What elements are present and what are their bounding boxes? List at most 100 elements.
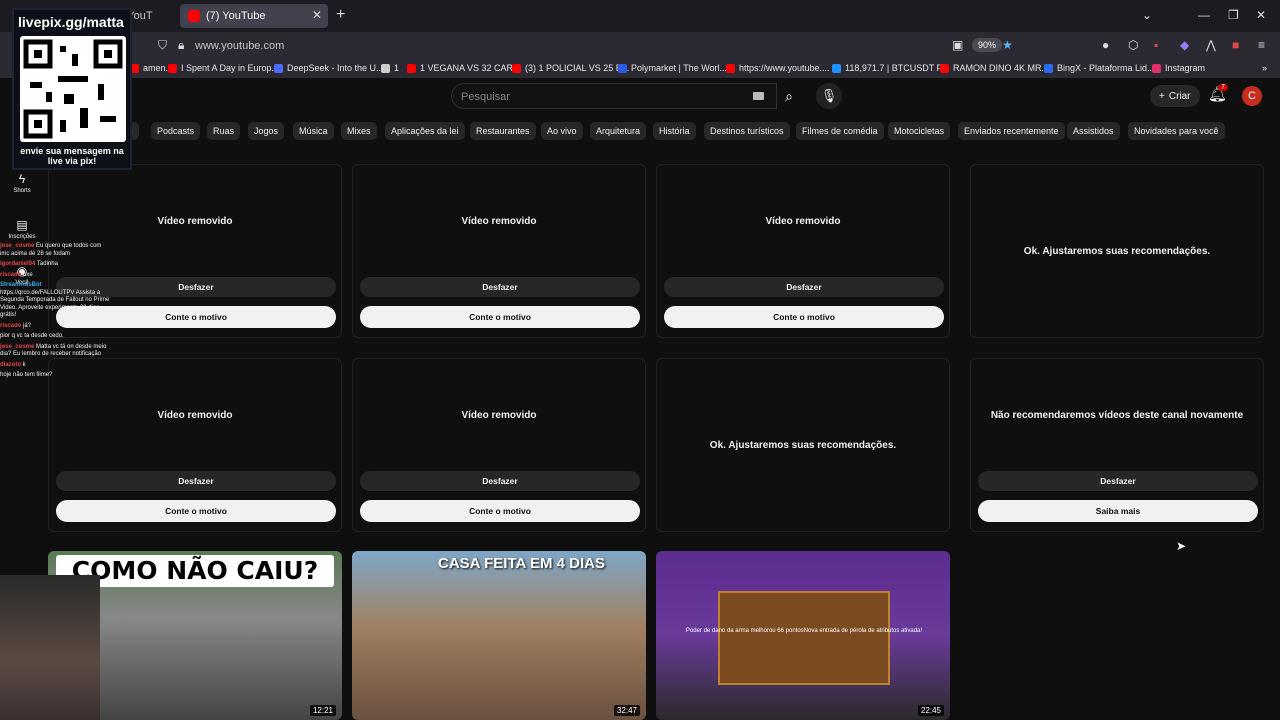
bookmark-star-icon[interactable]: ★ (1002, 38, 1013, 52)
chip[interactable]: Mixes (341, 122, 377, 140)
create-button[interactable]: + Criar (1150, 85, 1200, 107)
extension-icon[interactable]: ● (1102, 38, 1109, 52)
chat-text: oxe (23, 271, 33, 278)
bookmarks-bar: amen... I Spent A Day in Europ... DeepSe… (0, 60, 1280, 78)
chip[interactable]: História (653, 122, 696, 140)
card-title: Não recomendaremos vídeos deste canal no… (990, 410, 1244, 421)
browser-tab-active[interactable]: (7) YouTube ✕ (180, 4, 328, 28)
learn-more-button[interactable]: Saiba mais (978, 500, 1258, 522)
bookmark[interactable]: BingX - Plataforma Lid... (1044, 63, 1155, 73)
bookmark[interactable]: https://www.youtube.... (726, 63, 830, 73)
undo-button[interactable]: Desfazer (664, 277, 944, 297)
bookmark-folder[interactable]: 1 (381, 63, 399, 73)
chip[interactable]: Podcasts (151, 122, 201, 140)
removed-video-card: Vídeo removido Desfazer Conte o motivo (48, 358, 342, 532)
tell-us-why-button[interactable]: Conte o motivo (360, 306, 640, 328)
bookmark[interactable]: (3) 1 POLICIAL VS 25 E... (512, 63, 629, 73)
tell-us-why-button[interactable]: Conte o motivo (56, 500, 336, 522)
search-input[interactable]: Pesquisar (451, 83, 777, 109)
feedback-card: Ok. Ajustaremos suas recomendações. (656, 358, 950, 532)
bookmark[interactable]: Instagram (1152, 63, 1205, 73)
chat-user: jose_cosme (0, 243, 35, 249)
bookmark[interactable]: amen... (130, 63, 173, 73)
bookmark[interactable]: DeepSeek - Into the U... (274, 63, 384, 73)
shield-icon[interactable]: ⛉ (158, 38, 167, 53)
chip[interactable]: Destinos turísticos (704, 122, 790, 140)
youtube-favicon-icon (188, 10, 200, 22)
chip[interactable]: Arquitetura (590, 122, 647, 140)
menu-icon[interactable]: ≡ (1258, 38, 1265, 52)
video-thumbnail[interactable]: CASA FEITA EM 4 DIAS 32:47 (352, 551, 646, 720)
video-duration: 22:45 (917, 705, 944, 716)
avatar[interactable]: C (1242, 86, 1262, 106)
search-icon[interactable]: ⌕ (776, 83, 802, 109)
chat-message: jose_cosme Eu quero que todos com imc ac… (0, 243, 110, 258)
bookmark[interactable]: I Spent A Day in Europ... (168, 63, 279, 73)
extension-icon[interactable]: ◆ (1180, 38, 1189, 52)
chip[interactable]: Ao vivo (541, 122, 583, 140)
bookmark-icon (407, 63, 416, 73)
bookmark-label: Polymarket | The Worl... (631, 63, 728, 73)
stream-chat: jose_cosme Eu quero que todos com imc ac… (0, 243, 110, 383)
video-thumbnail[interactable]: Poder de dano da arma melhorou 66 pontos… (656, 551, 950, 720)
chip[interactable]: Filmes de comédia (796, 122, 884, 140)
bookmark-icon (726, 63, 735, 73)
bookmark[interactable]: 118,971.7 | BTCUSDT P... (832, 63, 949, 73)
chip[interactable]: Restaurantes (470, 122, 536, 140)
bookmark-icon (512, 63, 521, 73)
card-title: Ok. Ajustaremos suas recomendações. (1023, 246, 1211, 257)
thumbnail-text: Poder de dano da arma melhorou 66 pontos… (685, 628, 923, 634)
undo-button[interactable]: Desfazer (360, 277, 640, 297)
sidebar-item-subscriptions[interactable]: ▤ Inscrições (0, 218, 44, 240)
extension-badge-icon[interactable]: ▪ (1154, 38, 1158, 52)
chip[interactable]: Motocicletas (888, 122, 951, 140)
removed-video-card: Vídeo removido Desfazer Conte o motivo (656, 164, 950, 338)
undo-button[interactable]: Desfazer (56, 471, 336, 491)
undo-button[interactable]: Desfazer (360, 471, 640, 491)
zoom-level[interactable]: 90% (972, 38, 1003, 52)
bookmark-label: Instagram (1165, 63, 1206, 73)
video-duration: 32:47 (613, 705, 640, 716)
tab-list-icon[interactable]: ⌄ (1142, 8, 1152, 22)
livepix-overlay: livepix.gg/matta envie sua mensagem na l… (12, 8, 132, 170)
close-tab-icon[interactable]: ✕ (312, 8, 322, 22)
chip[interactable]: Ruas (207, 122, 241, 140)
screenshot-icon[interactable]: ▣ (952, 38, 963, 52)
new-tab-icon[interactable]: + (336, 6, 345, 24)
chat-text: já? (23, 322, 32, 329)
url-field[interactable]: www.youtube.com (195, 40, 284, 52)
subscriptions-icon: ▤ (16, 218, 28, 232)
tell-us-why-button[interactable]: Conte o motivo (360, 500, 640, 522)
chat-message: pior q vc ta desde cedo. (0, 333, 110, 341)
chat-text: k (22, 361, 26, 368)
tell-us-why-button[interactable]: Conte o motivo (664, 306, 944, 328)
card-title: Ok. Ajustaremos suas recomendações. (709, 440, 897, 451)
mic-icon[interactable]: 🎙︎ (816, 83, 842, 109)
chip[interactable]: Assistidos (1067, 122, 1120, 140)
extension-icon[interactable]: ■ (1232, 38, 1239, 52)
extensions-icon[interactable]: ⬡ (1128, 38, 1138, 52)
chat-message: jose_cosme Matta vc tá on desde meio dia… (0, 344, 110, 359)
bookmark[interactable]: Polymarket | The Worl... (618, 63, 727, 73)
bookmark[interactable]: RAMON DINO 4K MR... (940, 63, 1049, 73)
chat-message: riscado já? (0, 323, 110, 331)
more-bookmarks-icon[interactable]: » (1262, 63, 1267, 73)
chip[interactable]: Aplicações da lei (385, 122, 465, 140)
keyboard-icon[interactable] (753, 92, 764, 100)
bookmark-icon (940, 63, 949, 73)
card-title: Vídeo removido (157, 410, 233, 421)
close-window-icon[interactable]: ✕ (1256, 8, 1266, 22)
chat-user: riscado (0, 322, 22, 329)
bookmark[interactable]: 1 VEGANA VS 32 CAR... (407, 63, 521, 73)
undo-button[interactable]: Desfazer (978, 471, 1258, 491)
chat-text: pior q vc ta desde cedo. (0, 333, 64, 339)
extension-icon[interactable]: ⋀ (1206, 38, 1216, 52)
chip[interactable]: Música (293, 122, 334, 140)
sidebar-item-shorts[interactable]: ϟ Shorts (0, 172, 44, 194)
chip[interactable]: Enviados recentemente (958, 122, 1065, 140)
minimize-icon[interactable]: — (1198, 8, 1210, 22)
chip[interactable]: Jogos (248, 122, 285, 140)
chip[interactable]: Novidades para você (1128, 122, 1225, 140)
restore-icon[interactable]: ❐ (1228, 8, 1239, 22)
overlay-message: envie sua mensagem na live via pix! (20, 146, 124, 166)
